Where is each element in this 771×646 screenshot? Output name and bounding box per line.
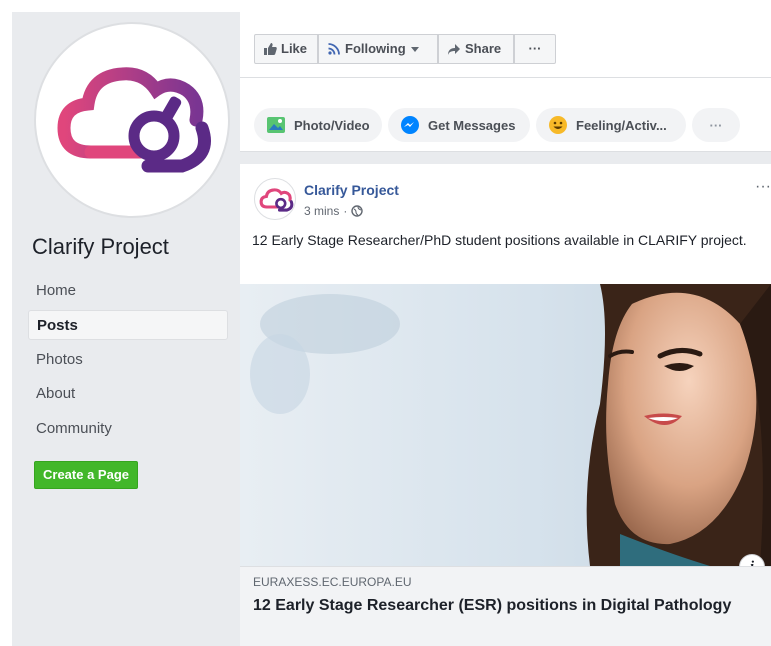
post-author-name[interactable]: Clarify Project [304,182,399,198]
feed-post: Clarify Project 3 mins · ··· 12 Early St… [240,164,771,646]
post-meta: 3 mins · [304,204,364,218]
rss-icon [328,43,340,55]
more-actions-label: ··· [528,41,542,56]
like-label: Like [281,41,308,56]
link-domain: EURAXESS.EC.EUROPA.EU [253,575,412,589]
clarify-logo-icon [259,188,294,212]
clarify-logo-icon [57,67,211,173]
page-sidebar: Clarify Project Home Posts Photos About … [12,12,240,646]
create-page-button[interactable]: Create a Page [34,461,138,489]
get-messages-label: Get Messages [428,117,516,133]
link-preview-card[interactable]: EURAXESS.EC.EUROPA.EU 12 Early Stage Res… [240,566,771,646]
link-title: 12 Early Stage Researcher (ESR) position… [253,597,732,614]
messenger-icon [401,116,419,134]
like-icon [264,43,277,55]
get-messages-button[interactable]: Get Messages [388,108,530,142]
emoji-icon [549,116,567,134]
share-button[interactable]: Share [438,34,514,64]
post-author-avatar[interactable] [254,178,296,220]
feeling-activity-button[interactable]: Feeling/Activ... [536,108,686,142]
feeling-activity-label: Feeling/Activ... [576,117,667,133]
sidebar-item-photos[interactable]: Photos [28,345,228,375]
following-button[interactable]: Following [318,34,438,64]
sidebar-item-community[interactable]: Community [28,414,228,444]
page-profile-picture[interactable] [34,22,230,218]
sidebar-item-home[interactable]: Home [28,276,228,306]
globe-icon [351,205,364,217]
page-actions-bar: Like Following Share ··· [240,12,771,78]
like-button[interactable]: Like [254,34,318,64]
post-composer: Photo/Video Get Messages Feeling/Activ..… [240,80,771,152]
photo-video-button[interactable]: Photo/Video [254,108,382,142]
sidebar-item-posts[interactable]: Posts [28,310,228,340]
page-title: Clarify Project [32,234,169,259]
composer-more-label: ··· [709,117,723,133]
sidebar-item-about[interactable]: About [28,379,228,409]
woman-photo-image [240,284,771,566]
following-label: Following [345,41,406,56]
post-options-button[interactable]: ··· [755,178,771,196]
composer-more-button[interactable]: ··· [692,108,740,142]
photo-video-label: Photo/Video [294,117,370,133]
feed-divider [240,152,771,164]
share-label: Share [465,41,502,56]
link-preview-image[interactable] [240,284,771,566]
caret-down-icon [410,47,419,52]
meta-separator: · [343,204,348,218]
post-timestamp[interactable]: 3 mins [304,204,339,218]
photo-icon [267,117,285,133]
share-icon [448,44,460,55]
post-text: 12 Early Stage Researcher/PhD student po… [252,232,747,248]
more-actions-button[interactable]: ··· [514,34,556,64]
